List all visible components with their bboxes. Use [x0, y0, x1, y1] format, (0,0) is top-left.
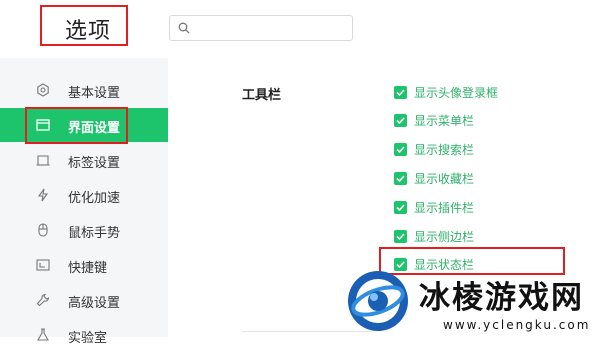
check-icon: [396, 116, 405, 124]
sidebar-item-label: 快捷键: [68, 261, 108, 276]
watermark-logo-icon: [348, 271, 408, 331]
gear-icon: [37, 83, 49, 97]
sidebar-item-label: 优化加速: [68, 191, 121, 206]
sidebar-item-tab-settings[interactable]: 标签设置: [0, 143, 168, 177]
sidebar-item-label: 鼠标手势: [68, 226, 121, 241]
checkbox[interactable]: [394, 171, 407, 185]
search-box[interactable]: [169, 15, 353, 41]
lightning-icon: [37, 188, 49, 202]
check-icon: [396, 88, 405, 96]
watermark-url: www.yclengku.com: [443, 318, 591, 332]
keyboard-icon: [36, 259, 50, 271]
mouse-icon: [38, 223, 48, 237]
check-icon: [396, 174, 405, 182]
sidebar-item-label: 高级设置: [68, 296, 121, 311]
sidebar: 基本设置 界面设置 标签设置 优化加速 鼠标手势 快捷键 高级设置 实验室: [0, 58, 168, 346]
option-show-favorites-bar[interactable]: 显示收藏栏: [394, 170, 474, 186]
sidebar-item-optimize[interactable]: 优化加速: [0, 178, 168, 212]
search-input[interactable]: [196, 19, 350, 39]
checkbox[interactable]: [394, 142, 407, 156]
check-icon: [396, 232, 405, 240]
checkbox[interactable]: [394, 200, 407, 214]
search-icon: [178, 22, 190, 34]
header-bar: 选项: [0, 0, 600, 58]
option-label: 显示侧边栏: [414, 229, 475, 244]
tab-icon: [36, 155, 50, 166]
flask-icon: [37, 328, 49, 341]
checkbox[interactable]: [394, 113, 407, 127]
check-icon: [396, 145, 405, 153]
sidebar-item-basic-settings[interactable]: 基本设置: [0, 73, 168, 107]
checkbox[interactable]: [394, 85, 407, 99]
sidebar-item-mouse-gestures[interactable]: 鼠标手势: [0, 213, 168, 247]
option-label: 显示插件栏: [414, 200, 475, 215]
watermark: 冰棱游戏网 www.yclengku.com: [345, 268, 600, 337]
sidebar-item-shortcuts[interactable]: 快捷键: [0, 248, 168, 282]
option-show-search-bar[interactable]: 显示搜索栏: [394, 141, 474, 157]
option-label: 显示搜索栏: [414, 142, 475, 157]
option-show-sidebar[interactable]: 显示侧边栏: [394, 228, 474, 244]
watermark-name: 冰棱游戏网: [419, 280, 584, 316]
active-item-highlight-box: [25, 107, 128, 144]
option-show-menu-bar[interactable]: 显示菜单栏: [394, 112, 474, 128]
sidebar-item-label: 基本设置: [68, 86, 121, 101]
page-title: 选项: [65, 19, 112, 44]
sidebar-item-advanced-settings[interactable]: 高级设置: [0, 283, 168, 317]
check-icon: [396, 203, 405, 211]
option-label: 显示菜单栏: [414, 113, 475, 128]
option-label: 显示收藏栏: [414, 171, 475, 186]
option-show-avatar-login[interactable]: 显示头像登录框: [394, 84, 498, 100]
toolbar-section-label: 工具栏: [242, 88, 282, 103]
sidebar-item-lab[interactable]: 实验室: [0, 318, 168, 352]
checkbox[interactable]: [394, 229, 407, 243]
sidebar-item-label: 标签设置: [68, 156, 121, 171]
option-label: 显示头像登录框: [414, 85, 499, 100]
option-show-plugin-bar[interactable]: 显示插件栏: [394, 199, 474, 215]
wrench-icon: [36, 293, 50, 307]
